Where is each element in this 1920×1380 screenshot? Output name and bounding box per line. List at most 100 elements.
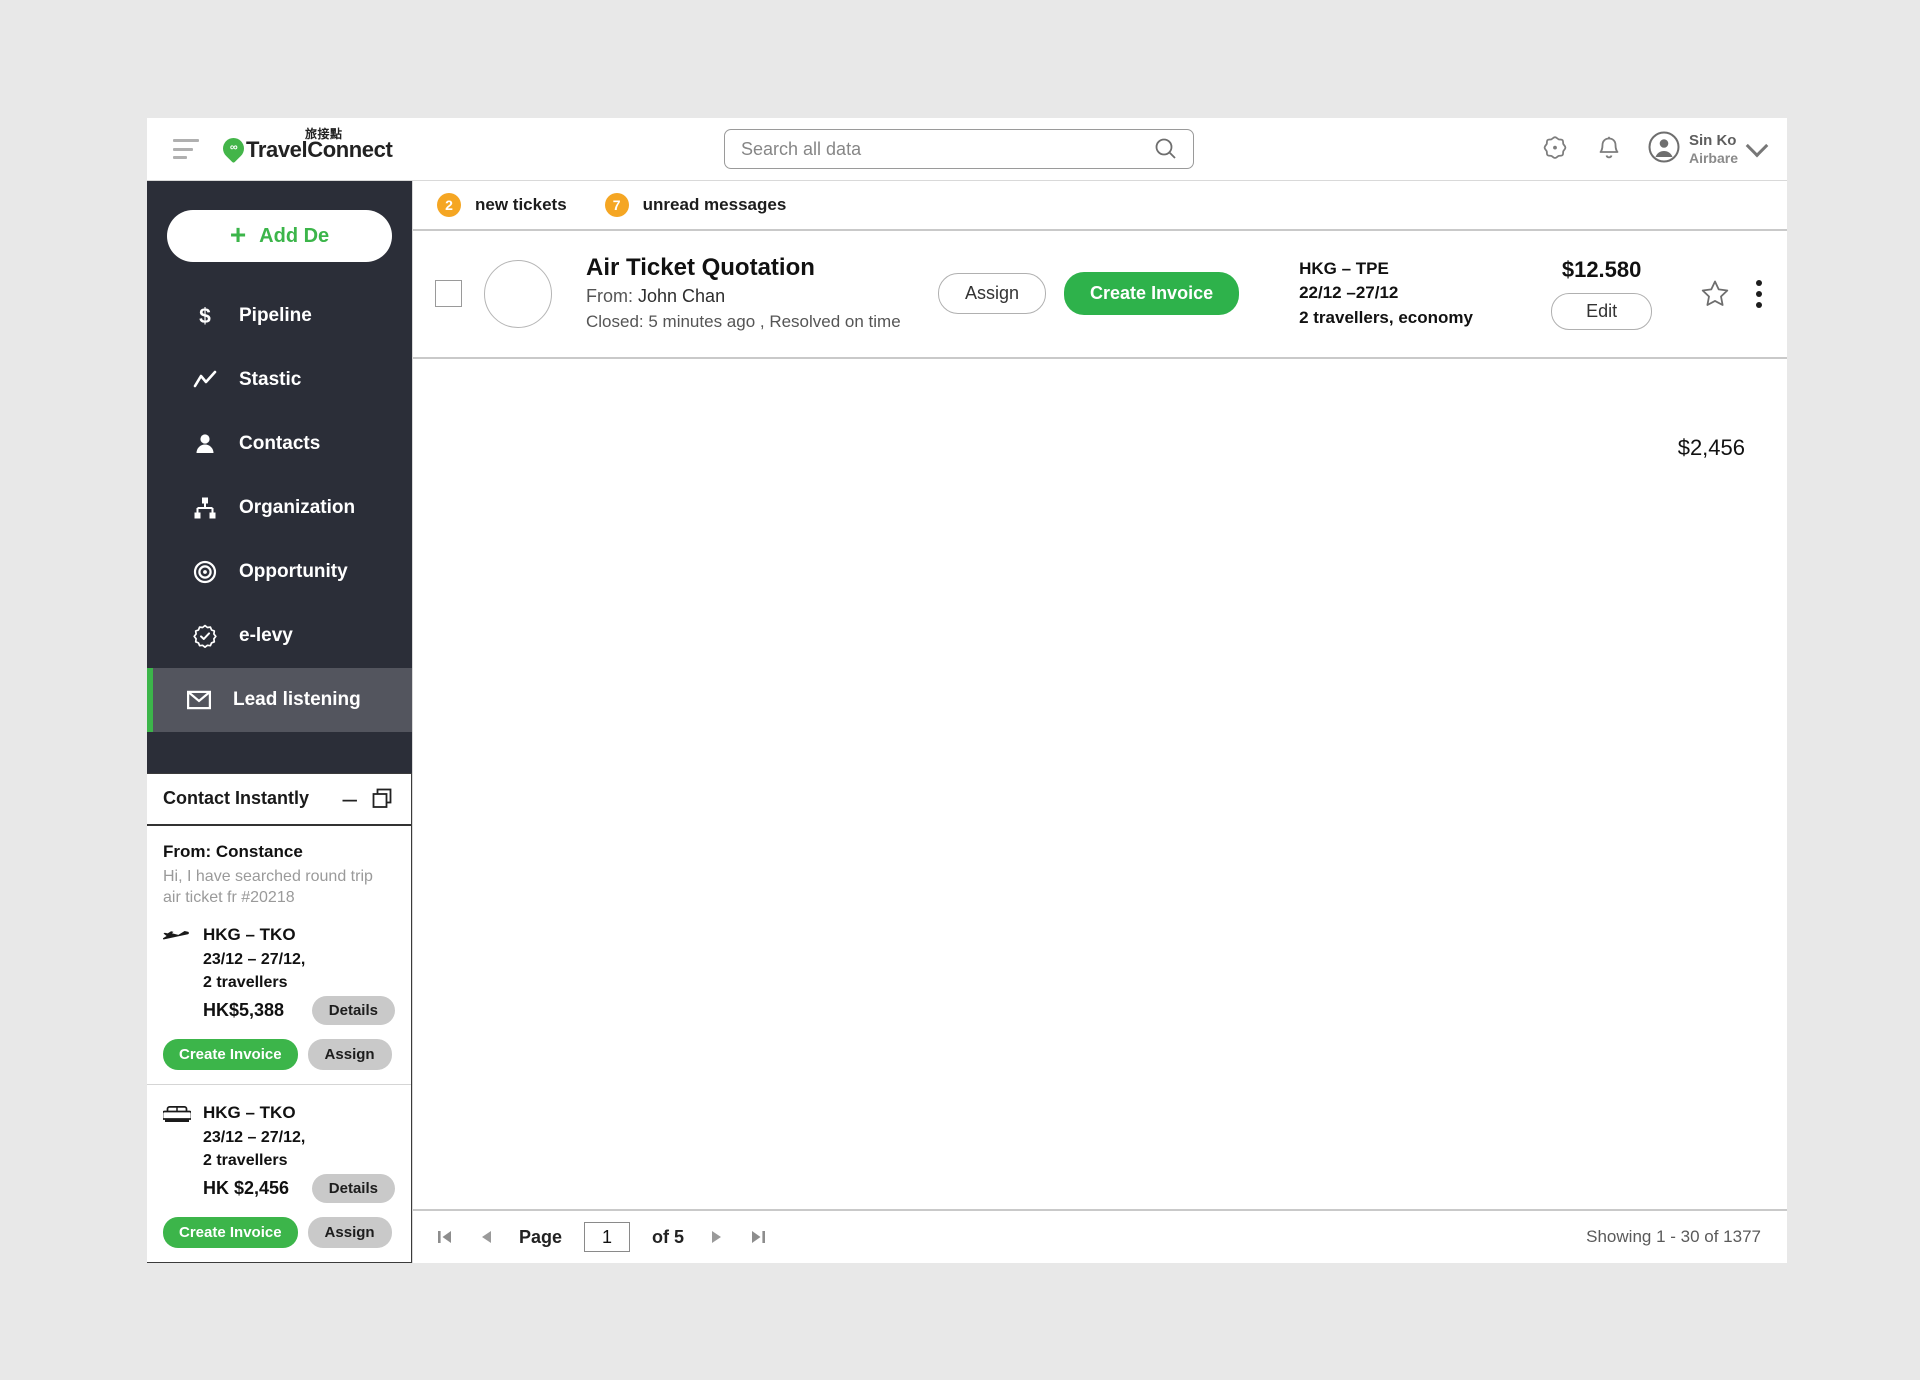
user-avatar-icon — [1648, 131, 1680, 168]
sidebar-item-organization[interactable]: Organization — [147, 476, 412, 540]
contact-instantly-header: Contact Instantly – — [147, 774, 411, 826]
contact-card-dates: 23/12 – 27/12, — [203, 1128, 306, 1146]
pagination-controls: Page of 5 — [435, 1222, 768, 1252]
bed-icon — [161, 1101, 193, 1203]
row-status: Closed: 5 minutes ago , Resolved on time — [586, 312, 901, 332]
contact-card-route: HKG – TKO — [203, 1102, 296, 1122]
page-input[interactable] — [584, 1222, 631, 1252]
row-sender-name: John Chan — [638, 286, 726, 306]
search-input[interactable] — [725, 137, 1153, 161]
sidebar-item-label: e-levy — [239, 625, 293, 646]
minimize-icon[interactable]: – — [343, 785, 357, 810]
assign-button[interactable]: Assign — [307, 1038, 392, 1070]
user-org: Airbare — [1688, 149, 1738, 166]
dollar-icon: $ — [193, 304, 217, 328]
brand-cjk-name: 旅接點 — [305, 126, 343, 141]
floating-amount: $2,456 — [1677, 434, 1745, 460]
first-page-icon[interactable] — [435, 1227, 455, 1247]
assign-button[interactable]: Assign — [307, 1217, 392, 1248]
contact-card-price: HK $2,456 — [203, 1178, 290, 1198]
contact-card-route: HKG – TKO — [203, 924, 296, 944]
row-dates: 22/12 –27/12 — [1299, 283, 1399, 303]
table-row: Air Ticket Quotation From: John Chan Clo… — [413, 231, 1787, 359]
star-outline-icon[interactable] — [1700, 279, 1730, 309]
svg-text:$: $ — [199, 305, 211, 328]
user-name: Sin Ko — [1688, 132, 1737, 150]
envelope-icon — [187, 690, 211, 710]
kebab-menu-icon[interactable] — [1756, 279, 1763, 308]
sidebar-item-label: Stastic — [239, 369, 302, 390]
contact-card-travellers: 2 travellers — [203, 1151, 288, 1169]
details-button[interactable]: Details — [311, 1174, 395, 1203]
sidebar-item-contacts[interactable]: Contacts — [147, 412, 412, 476]
create-invoice-button[interactable]: Create Invoice — [1064, 272, 1240, 316]
sidebar-item-e-levy[interactable]: e-levy — [147, 604, 412, 668]
prev-page-icon[interactable] — [477, 1227, 497, 1247]
plus-icon: + — [229, 218, 247, 250]
sidebar-item-stastic[interactable]: Stastic — [147, 348, 412, 412]
org-chart-icon — [193, 496, 217, 520]
next-page-icon[interactable] — [706, 1227, 726, 1247]
row-titles: Air Ticket Quotation From: John Chan Clo… — [586, 253, 916, 335]
details-button[interactable]: Details — [311, 995, 395, 1025]
user-names: Sin Ko Airbare — [1689, 132, 1738, 165]
row-title[interactable]: Air Ticket Quotation — [586, 253, 916, 283]
main-canvas: $2,456 — [413, 359, 1787, 1209]
edit-button[interactable]: Edit — [1551, 293, 1653, 331]
add-deal-label: Add De — [259, 224, 330, 247]
sidebar-item-label: Opportunity — [239, 561, 348, 582]
row-price: $12.580 — [1561, 257, 1642, 283]
bell-icon[interactable] — [1596, 135, 1622, 163]
contact-instantly-title: Contact Instantly — [163, 788, 310, 809]
page-label: Page — [519, 1226, 563, 1247]
pagination-footer: Page of 5 Showing 1 - — [413, 1209, 1787, 1263]
contact-card-trip: HKG – TKO 23/12 – 27/12, 2 travellers HK… — [159, 923, 395, 1025]
contact-card-price-row: HK $2,456 Details — [203, 1174, 395, 1203]
sidebar-item-pipeline[interactable]: $ Pipeline — [147, 284, 412, 348]
contact-card-price-row: HK$5,388 Details — [203, 995, 395, 1025]
restore-window-icon[interactable] — [371, 787, 395, 811]
search-box[interactable] — [724, 129, 1194, 169]
badge-check-icon — [193, 624, 217, 648]
sidebar-item-label: Pipeline — [239, 305, 312, 326]
user-menu[interactable]: Sin Ko Airbare — [1648, 131, 1769, 168]
unread-messages-badge: 7 — [604, 193, 629, 217]
row-actions: Assign Create Invoice — [938, 272, 1240, 316]
avatar — [484, 259, 552, 328]
row-checkbox[interactable] — [435, 280, 462, 308]
contact-card-actions: Create Invoice Assign — [163, 1217, 395, 1248]
sidebar-item-label: Organization — [239, 497, 356, 518]
contact-card-trip: HKG – TKO 23/12 – 27/12, 2 travellers HK… — [161, 1101, 395, 1203]
header-actions: Sin Ko Airbare — [1540, 131, 1769, 168]
page-total-label: of 5 — [652, 1226, 685, 1247]
new-tickets-label[interactable]: new tickets — [475, 195, 567, 215]
sidebar-item-opportunity[interactable]: Opportunity — [147, 540, 412, 604]
notification-bar: 2 new tickets 7 unread messages — [413, 181, 1787, 231]
last-page-icon[interactable] — [748, 1227, 768, 1247]
create-invoice-button[interactable]: Create Invoice — [163, 1217, 298, 1248]
app-window: ∞ TravelConnect 旅接點 Search all data Sin … — [147, 118, 1787, 1263]
contact-card-dates: 23/12 – 27/12, — [203, 950, 306, 968]
create-invoice-button[interactable]: Create Invoice — [163, 1038, 298, 1070]
add-deal-button[interactable]: + Add De — [167, 210, 392, 262]
contact-card-trip-lines: HKG – TKO 23/12 – 27/12, 2 travellers HK… — [203, 923, 395, 1025]
unread-messages-label[interactable]: unread messages — [643, 195, 787, 215]
gear-icon[interactable] — [1540, 134, 1570, 164]
hamburger-icon[interactable] — [173, 139, 199, 159]
row-sender: From: John Chan — [586, 283, 916, 309]
row-trip-details: HKG – TPE 22/12 –27/12 2 travellers, eco… — [1299, 257, 1509, 331]
contact-card-price: HK$5,388 — [203, 999, 285, 1020]
showing-count: Showing 1 - 30 of 1377 — [1586, 1227, 1761, 1246]
sidebar-item-lead-listening[interactable]: Lead listening — [147, 668, 412, 732]
contact-instantly-panel: Contact Instantly – From: Constance Hi, … — [147, 772, 412, 1263]
chevron-down-icon[interactable] — [1745, 134, 1769, 158]
contact-card-actions: Create Invoice Assign — [163, 1038, 395, 1070]
brand-logo[interactable]: ∞ TravelConnect 旅接點 — [218, 127, 393, 163]
sidebar-item-label: Contacts — [239, 433, 321, 454]
location-pin-icon: ∞ — [218, 133, 249, 163]
contact-card-message: Hi, I have searched round trip air ticke… — [163, 867, 373, 907]
assign-button[interactable]: Assign — [938, 273, 1047, 315]
search-icon[interactable] — [1153, 136, 1179, 162]
sidebar-item-label: Lead listening — [233, 689, 361, 710]
main-content: 2 new tickets 7 unread messages Air Tick… — [412, 181, 1787, 1263]
